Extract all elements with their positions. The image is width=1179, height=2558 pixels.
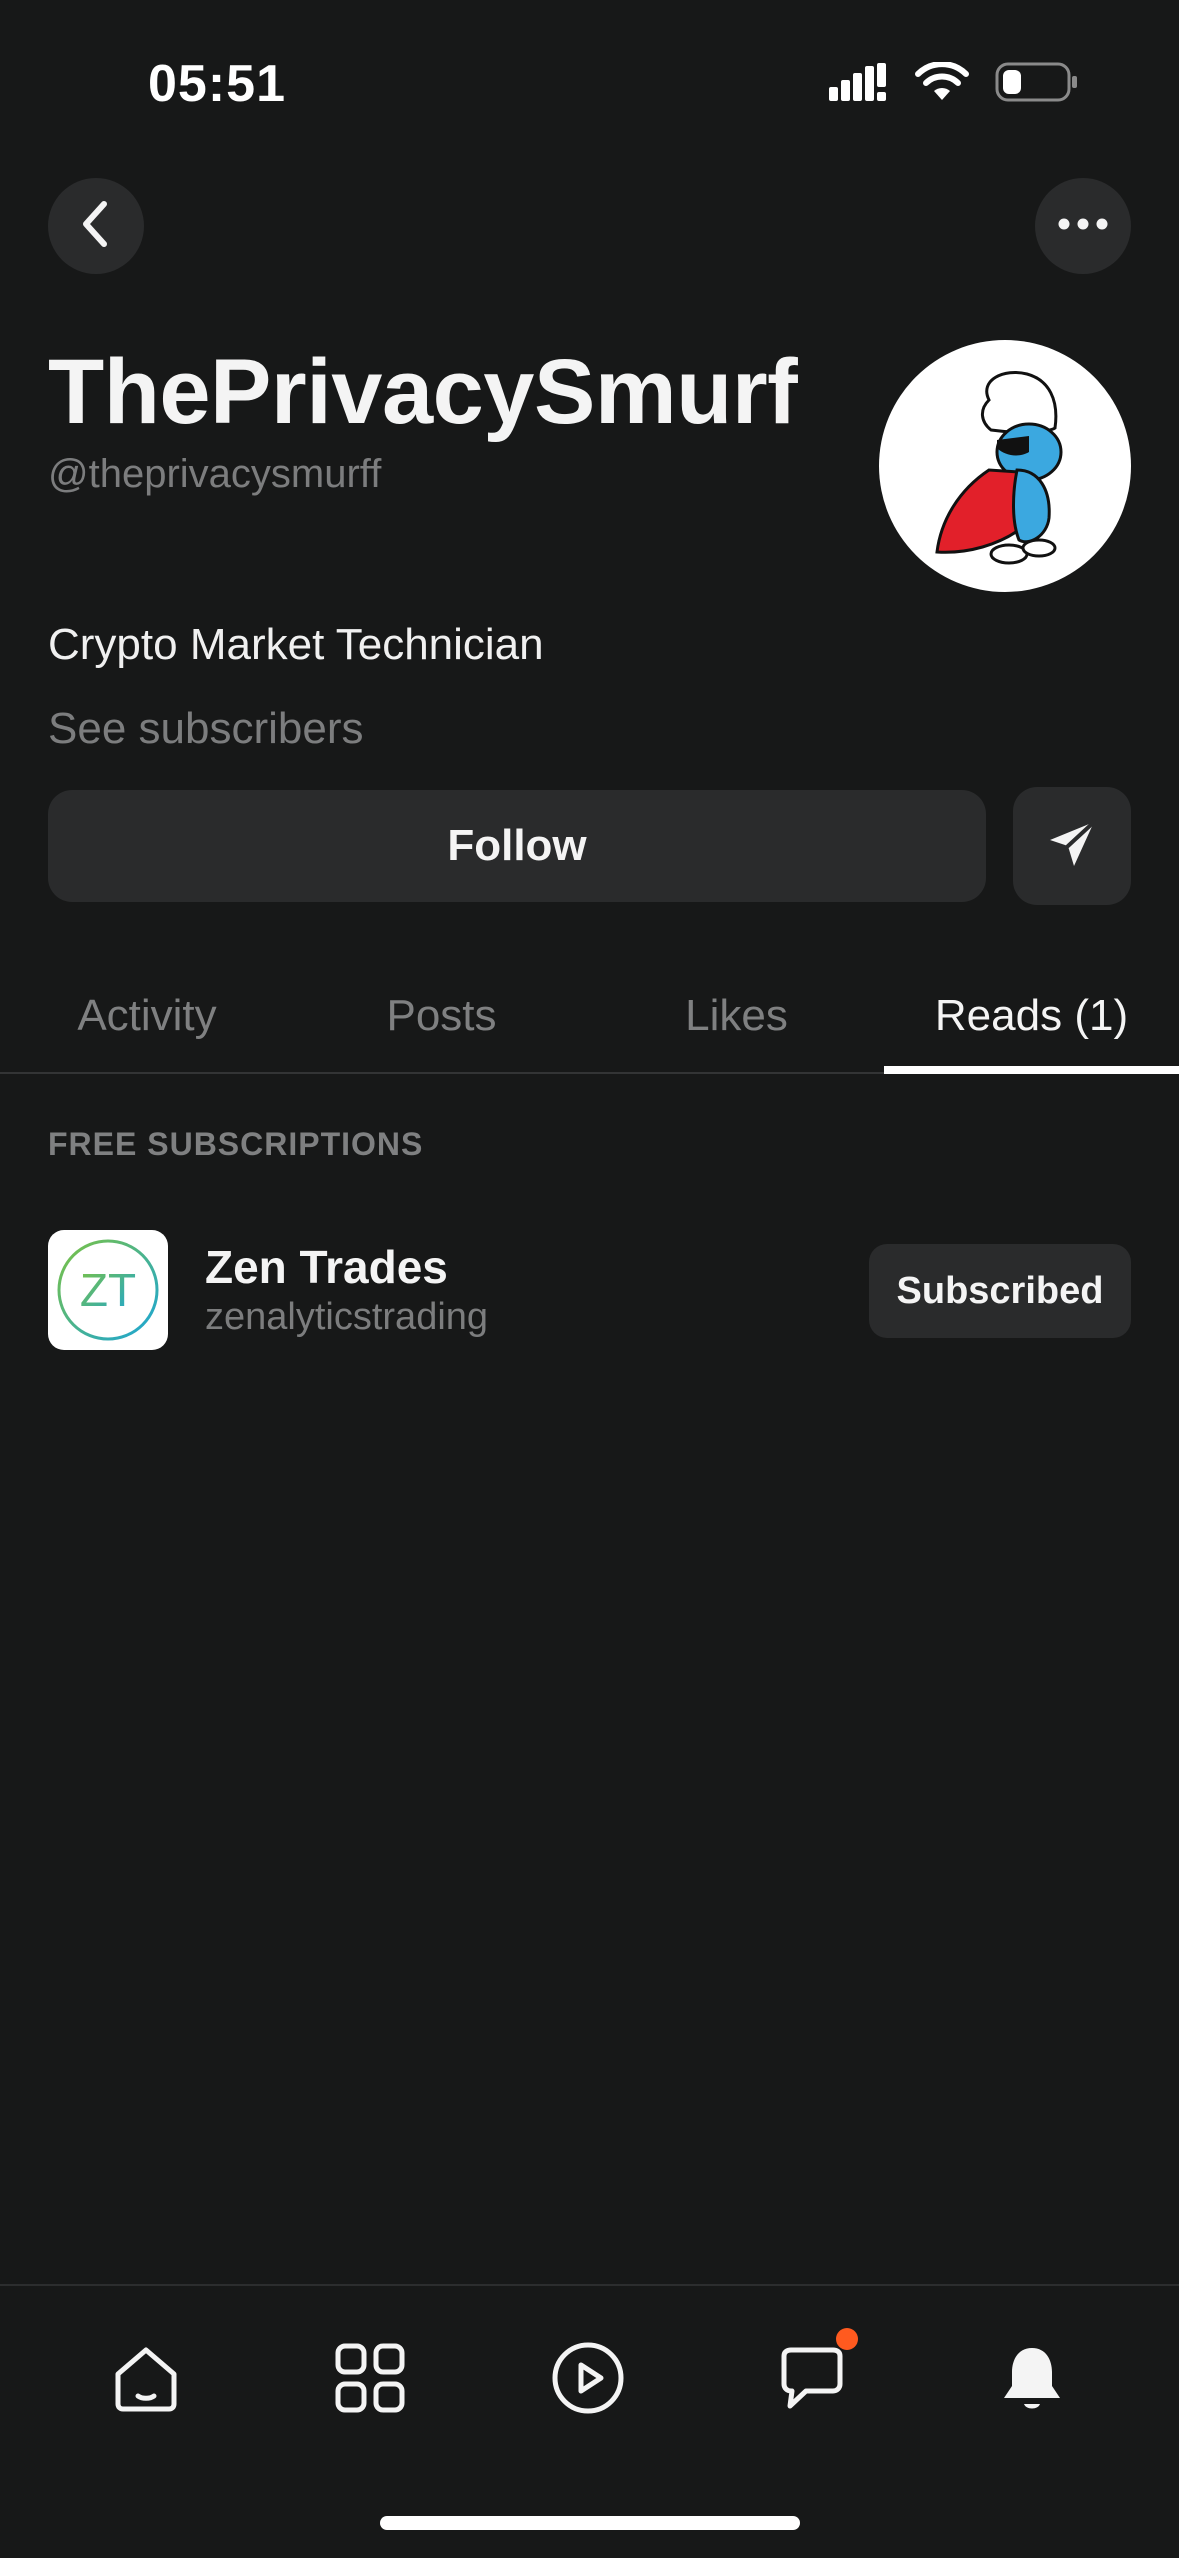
- cellular-signal-icon: [829, 63, 889, 106]
- tab-likes[interactable]: Likes: [589, 960, 884, 1072]
- home-indicator[interactable]: [380, 2516, 800, 2530]
- status-icons: [829, 61, 1079, 107]
- send-icon: [1046, 818, 1098, 875]
- home-icon: [110, 2342, 182, 2419]
- ellipsis-icon: [1058, 217, 1108, 235]
- avatar[interactable]: [879, 340, 1131, 592]
- status-time: 05:51: [148, 55, 286, 113]
- play-icon: [551, 2341, 625, 2420]
- nav-notifications[interactable]: [982, 2330, 1082, 2430]
- send-message-button[interactable]: [1013, 787, 1131, 905]
- nav-explore[interactable]: [320, 2330, 420, 2430]
- publication-logo: ZT: [48, 1230, 168, 1350]
- nav-video[interactable]: [538, 2330, 638, 2430]
- smurf-avatar-image: [935, 371, 1063, 565]
- tab-activity[interactable]: Activity: [0, 960, 294, 1072]
- chat-badge-dot: [836, 2328, 858, 2350]
- grid-icon: [335, 2343, 405, 2418]
- profile-tabs: Activity Posts Likes Reads (1): [0, 960, 1179, 1074]
- chat-icon: [776, 2342, 848, 2419]
- back-button[interactable]: [48, 178, 144, 274]
- publication-logo-text: ZT: [80, 1264, 136, 1316]
- nav-home[interactable]: [96, 2330, 196, 2430]
- publication-handle: zenalyticstrading: [205, 1296, 489, 1338]
- list-item[interactable]: ZT Zen Trades zenalyticstrading Subscrib…: [48, 1230, 1131, 1350]
- chevron-left-icon: [76, 200, 116, 253]
- section-heading: FREE SUBSCRIPTIONS: [48, 1126, 424, 1162]
- profile-name: ThePrivacySmurf: [48, 341, 798, 443]
- wifi-icon: [915, 61, 969, 107]
- battery-icon: [995, 62, 1079, 107]
- bell-icon: [998, 2342, 1066, 2419]
- follow-button[interactable]: Follow: [48, 790, 986, 902]
- tab-posts[interactable]: Posts: [294, 960, 589, 1072]
- active-tab-indicator: [884, 1066, 1179, 1074]
- nav-chat[interactable]: [762, 2328, 862, 2430]
- profile-handle: @theprivacysmurff: [48, 452, 382, 496]
- see-subscribers-link[interactable]: See subscribers: [48, 704, 363, 754]
- publication-name: Zen Trades: [205, 1241, 448, 1293]
- subscribed-button[interactable]: Subscribed: [869, 1244, 1131, 1338]
- profile-bio: Crypto Market Technician: [48, 620, 544, 669]
- more-options-button[interactable]: [1035, 178, 1131, 274]
- tab-reads[interactable]: Reads (1): [884, 960, 1179, 1072]
